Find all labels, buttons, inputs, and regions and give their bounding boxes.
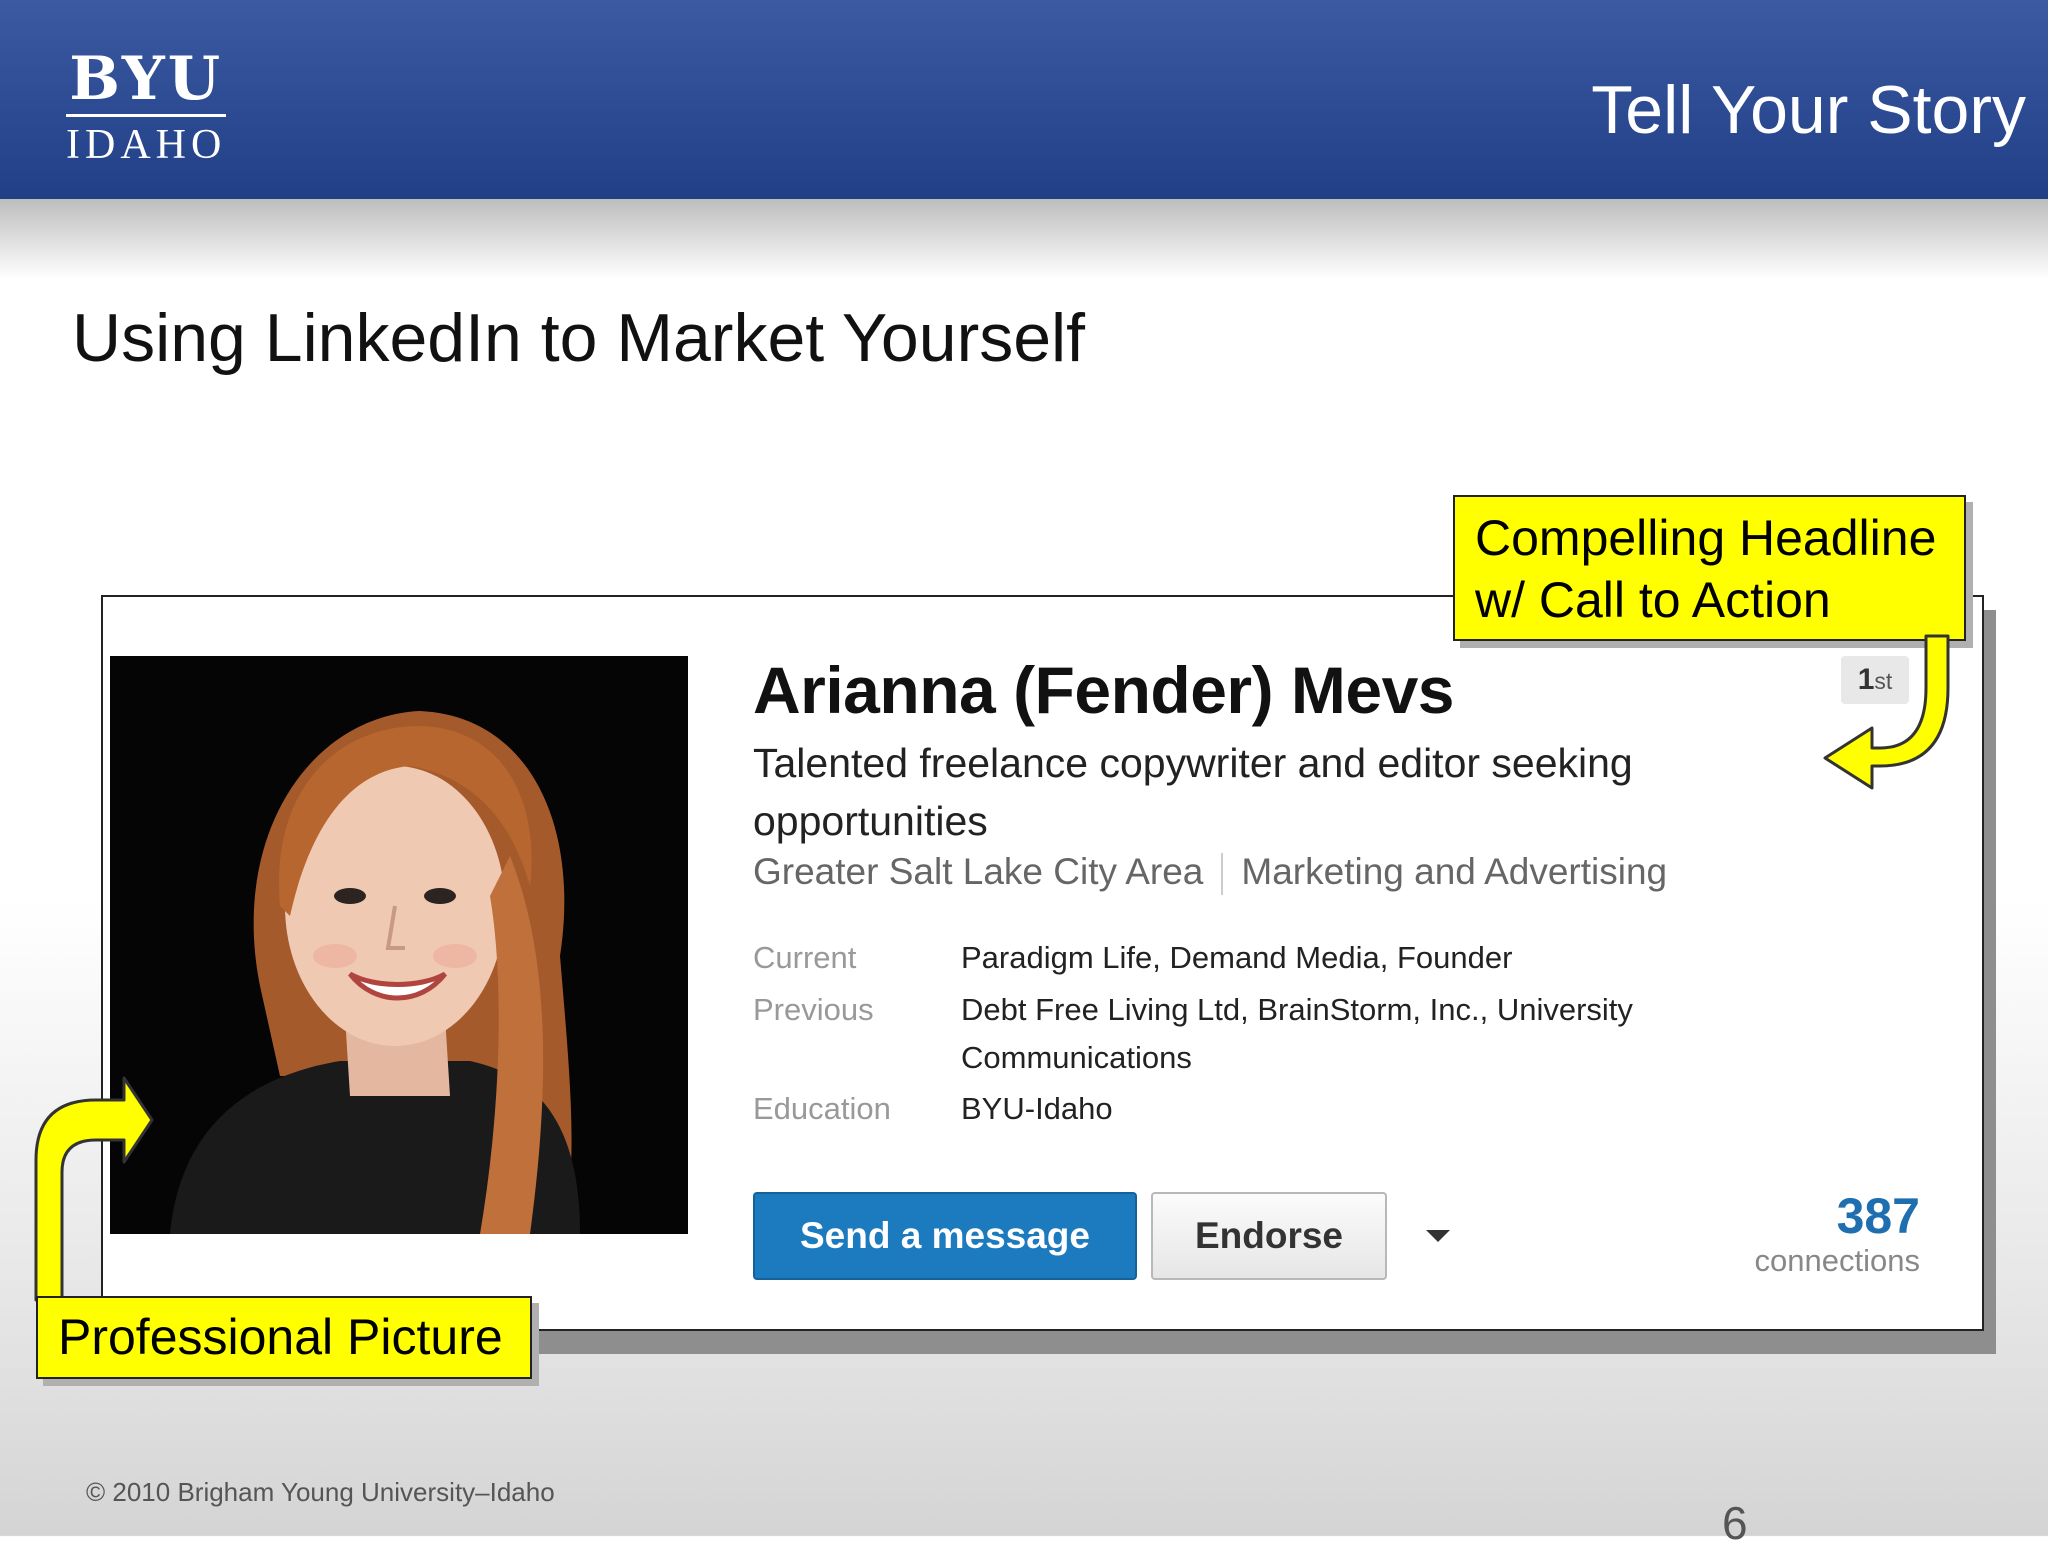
headline-callout: Compelling Headline w/ Call to Action (1453, 495, 1966, 641)
connections-label: connections (1754, 1243, 1920, 1278)
footer-copyright: © 2010 Brigham Young University–Idaho (86, 1477, 555, 1507)
connections-count[interactable]: 387 (1837, 1187, 1920, 1245)
page-number: 6 (1722, 1497, 1748, 1549)
profile-location-industry: Greater Salt Lake City Area Marketing and… (753, 849, 1667, 896)
caret-down-icon (1426, 1230, 1450, 1242)
location-divider (1221, 853, 1224, 896)
logo-divider (66, 114, 227, 117)
linkedin-profile-card: Arianna (Fender) Mevs 1st Talented freel… (101, 595, 1984, 1331)
profile-name: Arianna (Fender) Mevs (753, 653, 1455, 727)
slide-header: BYU IDAHO Tell Your Story (0, 0, 2048, 199)
previous-value: Debt Free Living Ltd, BrainStorm, Inc., … (961, 992, 1633, 1075)
headline-arrow-icon (1823, 634, 1950, 790)
current-value: Paradigm Life, Demand Media, Founder (961, 940, 1513, 975)
previous-label: Previous (753, 992, 874, 1027)
profile-photo[interactable] (110, 656, 688, 1234)
logo-byu-text: BYU (69, 44, 224, 114)
profile-photo-illustration (110, 656, 688, 1234)
more-actions-dropdown[interactable] (1413, 1210, 1463, 1260)
headline-callout-line-2: w/ Call to Action (1475, 572, 1831, 628)
picture-callout: Professional Picture (36, 1296, 532, 1379)
logo-idaho-text: IDAHO (66, 122, 227, 168)
profile-location[interactable]: Greater Salt Lake City Area (753, 851, 1203, 892)
header-title: Tell Your Story (1591, 72, 2026, 148)
profile-industry[interactable]: Marketing and Advertising (1241, 851, 1667, 892)
picture-arrow-icon (34, 1076, 154, 1302)
profile-headline: Talented freelance copywriter and editor… (753, 740, 1633, 844)
education-value: BYU-Idaho (961, 1091, 1113, 1126)
slide-title: Using LinkedIn to Market Yourself (72, 300, 1086, 376)
endorse-button[interactable]: Endorse (1151, 1192, 1387, 1280)
current-label: Current (753, 940, 857, 975)
education-label: Education (753, 1091, 891, 1126)
byu-idaho-logo: BYU IDAHO (66, 44, 227, 168)
headline-callout-line-1: Compelling Headline (1475, 510, 1937, 566)
header-shadow (0, 199, 2048, 279)
send-message-button[interactable]: Send a message (753, 1192, 1137, 1280)
